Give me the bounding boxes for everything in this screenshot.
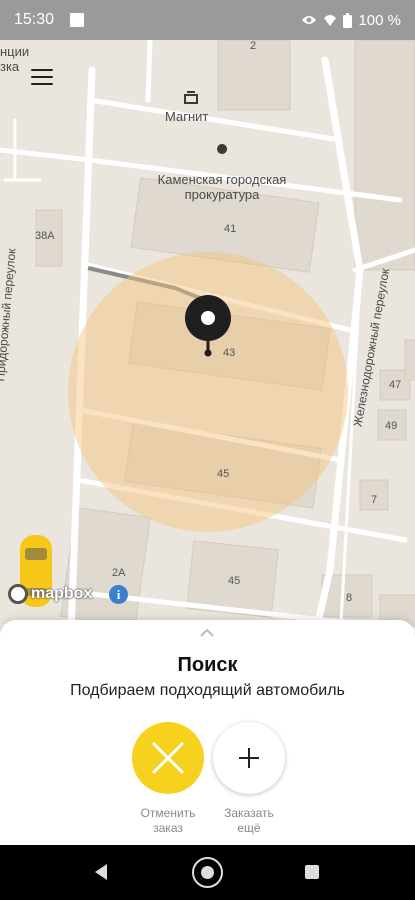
building-number: 7: [371, 494, 378, 506]
close-icon: [152, 742, 184, 774]
building-number: 43: [223, 347, 236, 359]
building-number: 45: [217, 468, 230, 480]
eye-icon: [302, 16, 317, 24]
home-icon[interactable]: [192, 857, 223, 888]
magnit-store-label: Магнит: [165, 109, 209, 124]
sheet-subtitle: Подбираем подходящий автомобиль: [70, 682, 345, 699]
mapbox-circle-icon: [8, 584, 28, 604]
notification-icon: [70, 13, 85, 27]
cancel-order-button[interactable]: [132, 722, 204, 794]
building-number: 38А: [35, 230, 55, 242]
search-bottom-sheet: Поиск Подбираем подходящий автомобиль От…: [0, 620, 415, 845]
building-number: 41: [224, 223, 237, 235]
status-icons: 100 %: [301, 12, 401, 29]
order-more-label: Заказать ещё: [224, 806, 274, 835]
status-bar: 15:30 100 %: [0, 0, 415, 40]
battery-percent: 100 %: [358, 11, 401, 29]
mapbox-wordmark: mapbox: [31, 585, 93, 602]
building-number: 8: [346, 592, 353, 604]
status-time: 15:30: [14, 11, 55, 28]
prokuratura-label: Каменская городская прокуратура: [157, 172, 287, 202]
building-number: 49: [385, 420, 398, 432]
sheet-title: Поиск: [177, 654, 238, 676]
building-number: 2: [250, 40, 257, 52]
building-number: 45: [228, 575, 241, 587]
search-radius: [68, 252, 348, 532]
recents-icon[interactable]: [305, 865, 319, 879]
cancel-order-label: Отменить заказ: [140, 806, 196, 835]
back-icon[interactable]: [95, 864, 107, 880]
building-number: 47: [389, 379, 402, 391]
building: [354, 40, 415, 271]
building: [404, 339, 415, 381]
info-icon[interactable]: i: [109, 585, 128, 604]
order-more-button[interactable]: [213, 722, 285, 794]
wifi-icon: [324, 15, 337, 26]
building-number: 2А: [112, 567, 126, 579]
menu-icon[interactable]: [31, 69, 53, 85]
partial-place-label: нции зка: [0, 44, 30, 74]
android-nav-bar: [0, 845, 415, 900]
battery-icon: [343, 12, 353, 28]
chevron-up-icon[interactable]: [199, 628, 215, 638]
mapbox-logo: mapbox: [8, 584, 92, 604]
